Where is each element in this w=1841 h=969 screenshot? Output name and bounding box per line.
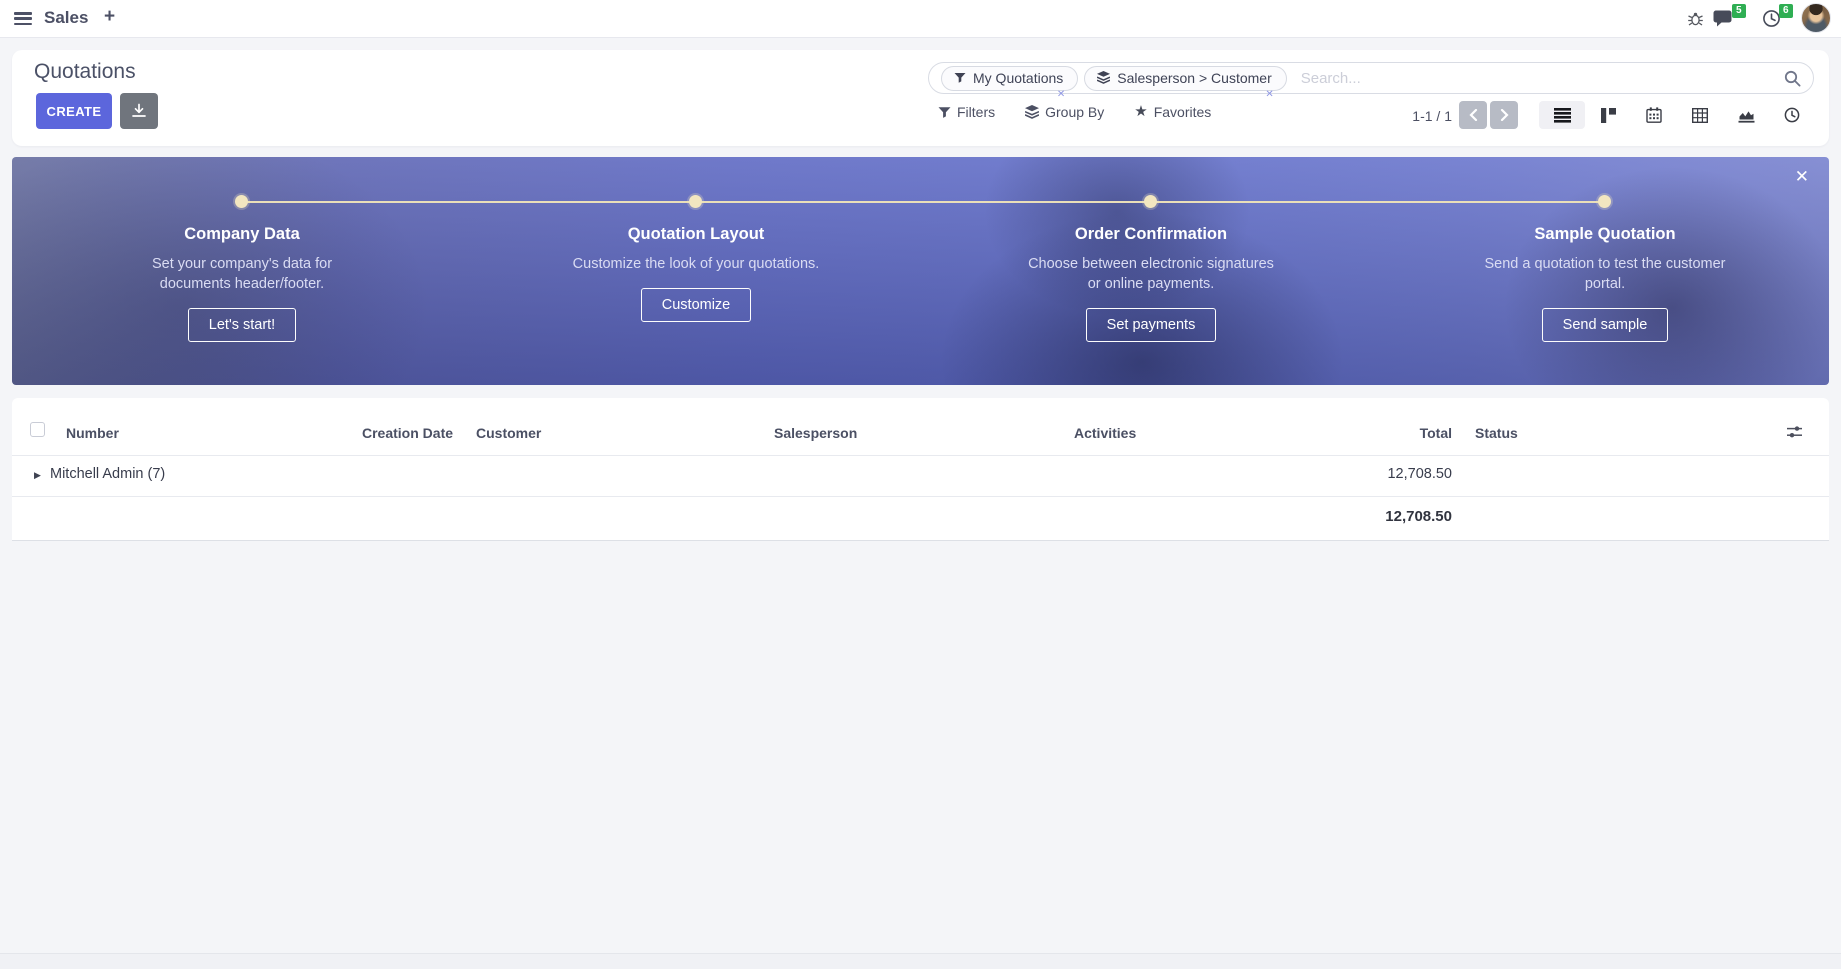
chevron-right-icon (1500, 109, 1509, 121)
step-title: Quotation Layout (536, 225, 856, 244)
filter-icon (938, 106, 951, 119)
apps-menu-icon[interactable] (14, 12, 32, 26)
step-title: Company Data (82, 225, 402, 244)
column-header-customer[interactable]: Customer (476, 425, 541, 441)
layers-icon (1097, 71, 1110, 84)
view-switcher (1539, 101, 1815, 129)
group-by-label: Group By (1045, 104, 1104, 120)
favorites-label: Favorites (1154, 104, 1212, 120)
search-icon[interactable] (1784, 70, 1801, 87)
step-description: Choose between electronic signatures or … (1026, 254, 1276, 294)
kanban-view-button[interactable] (1585, 101, 1631, 129)
top-navbar: Sales + 5 6 (0, 0, 1841, 38)
group-by-menu[interactable]: Group By (1025, 104, 1104, 120)
send-sample-button[interactable]: Send sample (1542, 308, 1669, 342)
pivot-view-icon (1692, 108, 1708, 123)
calendar-view-button[interactable] (1631, 101, 1677, 129)
export-button[interactable] (120, 93, 158, 129)
select-all-checkbox[interactable] (30, 422, 45, 437)
step-description: Customize the look of your quotations. (571, 254, 821, 274)
search-facet-my-quotations: My Quotations ✕ (941, 66, 1078, 91)
filters-label: Filters (957, 104, 995, 120)
onboarding-banner: ✕ Company Data Set your company's data f… (12, 157, 1829, 385)
step-title: Order Confirmation (991, 225, 1311, 244)
facet-label: Salesperson > Customer (1117, 70, 1271, 86)
messages-icon[interactable] (1712, 9, 1734, 28)
app-name[interactable]: Sales (44, 8, 88, 28)
group-row-label[interactable]: Mitchell Admin (7) (50, 466, 165, 482)
pager-range: 1-1 / 1 (1402, 108, 1452, 124)
step-title: Sample Quotation (1445, 225, 1765, 244)
lets-start-button[interactable]: Let's start! (188, 308, 296, 342)
group-expand-caret-icon[interactable]: ▶ (34, 470, 41, 481)
user-avatar[interactable] (1801, 3, 1831, 33)
step-dot (235, 195, 248, 208)
layers-icon (1025, 105, 1039, 119)
messages-count-badge: 5 (1732, 4, 1746, 18)
column-header-creation-date[interactable]: Creation Date (362, 425, 453, 441)
kanban-view-icon (1601, 108, 1616, 123)
activities-count-badge: 6 (1779, 4, 1793, 18)
graph-view-button[interactable] (1723, 101, 1769, 129)
download-icon (131, 103, 147, 119)
search-bar[interactable]: My Quotations ✕ Salesperson > Customer ✕… (928, 62, 1814, 94)
set-payments-button[interactable]: Set payments (1086, 308, 1217, 342)
step-description: Send a quotation to test the customer po… (1480, 254, 1730, 294)
list-footer-total: 12,708.50 (1385, 508, 1452, 525)
search-input[interactable]: Search... (1301, 70, 1784, 87)
create-button[interactable]: CREATE (36, 93, 112, 129)
chevron-left-icon (1469, 109, 1478, 121)
step-dot (689, 195, 702, 208)
onboarding-step-quotation-layout: Quotation Layout Customize the look of y… (536, 225, 856, 322)
onboarding-step-company-data: Company Data Set your company's data for… (82, 225, 402, 342)
activity-view-button[interactable] (1769, 101, 1815, 129)
onboarding-timeline (242, 201, 1605, 203)
onboarding-step-order-confirmation: Order Confirmation Choose between electr… (991, 225, 1311, 342)
quotations-list (12, 398, 1829, 541)
pivot-view-button[interactable] (1677, 101, 1723, 129)
sales-quotations-screen: Sales + 5 6 Quotations (0, 0, 1841, 969)
group-row-total: 12,708.50 (1387, 466, 1452, 482)
row-divider (12, 496, 1829, 497)
pager-previous-button[interactable] (1459, 101, 1487, 129)
calendar-view-icon (1646, 107, 1662, 123)
facet-label: My Quotations (973, 70, 1063, 86)
search-facet-groupby: Salesperson > Customer ✕ (1084, 66, 1286, 91)
page-title: Quotations (34, 60, 136, 84)
facet-remove-icon[interactable]: ✕ (1265, 89, 1273, 100)
optional-columns-icon[interactable] (1786, 424, 1803, 440)
onboarding-step-sample-quotation: Sample Quotation Send a quotation to tes… (1445, 225, 1765, 342)
favorites-menu[interactable]: ★ Favorites (1134, 104, 1211, 120)
filters-menu[interactable]: Filters (938, 104, 995, 120)
customize-button[interactable]: Customize (641, 288, 752, 322)
column-header-activities[interactable]: Activities (1074, 425, 1136, 441)
list-view-button[interactable] (1539, 101, 1585, 129)
search-options-row: Filters Group By ★ Favorites (938, 104, 1211, 120)
debug-bug-icon[interactable] (1687, 11, 1704, 27)
column-header-salesperson[interactable]: Salesperson (774, 425, 857, 441)
row-divider (12, 455, 1829, 456)
step-dot (1144, 195, 1157, 208)
banner-close-icon[interactable]: ✕ (1795, 167, 1809, 187)
facet-remove-icon[interactable]: ✕ (1057, 89, 1065, 100)
activity-clock-icon (1784, 107, 1800, 123)
step-dot (1598, 195, 1611, 208)
column-header-total[interactable]: Total (1420, 425, 1452, 441)
list-view-icon (1554, 108, 1571, 123)
column-header-status[interactable]: Status (1475, 425, 1518, 441)
bottom-strip (0, 953, 1841, 969)
pager-next-button[interactable] (1490, 101, 1518, 129)
filter-icon (954, 72, 966, 84)
step-description: Set your company's data for documents he… (117, 254, 367, 294)
star-icon: ★ (1134, 105, 1147, 119)
column-header-number[interactable]: Number (66, 425, 119, 441)
new-tab-plus-icon[interactable]: + (104, 6, 115, 28)
graph-view-icon (1738, 108, 1755, 123)
